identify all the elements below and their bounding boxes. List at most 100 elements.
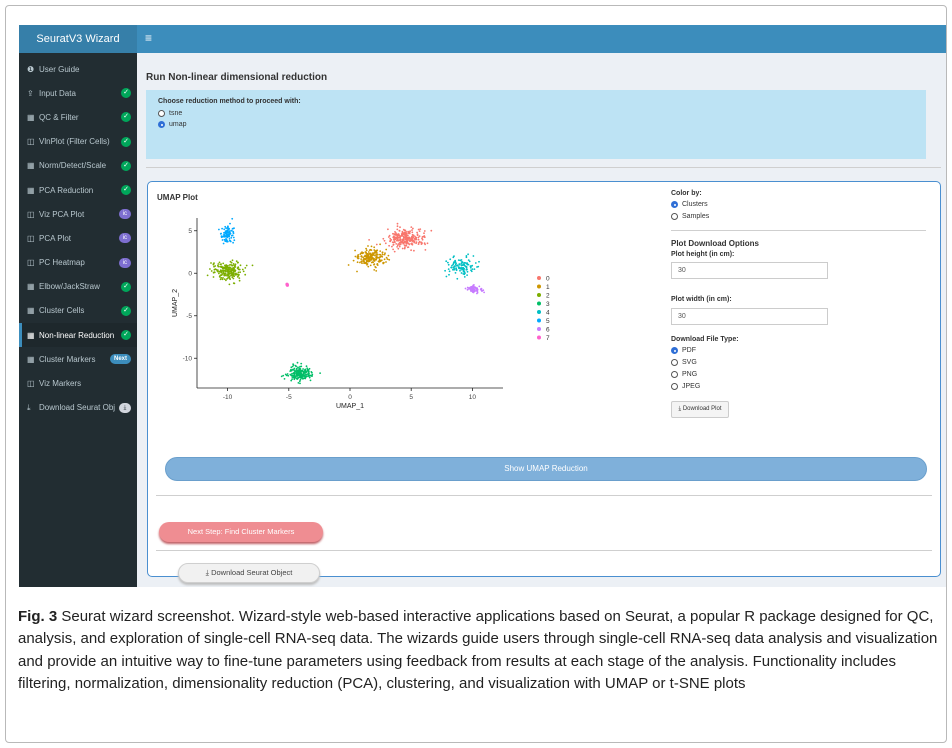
cluster-0-point bbox=[401, 247, 404, 250]
cluster-5-point bbox=[227, 228, 230, 230]
y-axis-label: UMAP_2 bbox=[172, 289, 179, 317]
sidebar-item-elbow-jackstraw[interactable]: ▦ Elbow/JackStraw ✓ bbox=[19, 275, 137, 299]
cluster-5-point bbox=[231, 217, 234, 220]
sidebar-item-label: QC & Filter bbox=[39, 112, 79, 122]
check-icon: ✓ bbox=[121, 184, 131, 195]
cluster-0-point bbox=[405, 244, 407, 247]
color-by-label: Color by: bbox=[671, 190, 702, 197]
legend-label-1: 1 bbox=[546, 284, 550, 291]
cluster-0-point bbox=[426, 242, 429, 245]
cluster-4-point bbox=[461, 268, 463, 271]
cluster-1-point bbox=[372, 253, 375, 256]
cluster-0-point bbox=[411, 239, 413, 242]
radio-samples-indicator[interactable] bbox=[671, 213, 678, 220]
sidebar-item-download-seurat-obj[interactable]: ⤓ Download Seurat Obj ⤓ bbox=[19, 396, 137, 420]
plot-height-input[interactable]: 30 bbox=[671, 262, 828, 279]
cluster-0-point bbox=[396, 246, 398, 248]
panel-divider-1 bbox=[156, 495, 932, 496]
sidebar-item-user-guide[interactable]: ❶ User Guide bbox=[19, 57, 137, 81]
sidebar-item-pca-reduction[interactable]: ▦ PCA Reduction ✓ bbox=[19, 178, 137, 202]
cluster-4-point bbox=[471, 268, 474, 270]
cluster-2-point bbox=[227, 273, 229, 275]
next-step-button[interactable]: Next Step: Find Cluster Markers bbox=[159, 522, 323, 542]
radio-option-svg[interactable]: SVG bbox=[671, 359, 697, 366]
ic-badge: ic bbox=[118, 233, 131, 244]
cluster-0-point bbox=[395, 234, 398, 236]
radio-umap-indicator[interactable] bbox=[158, 121, 165, 128]
cluster-0-point bbox=[394, 231, 396, 233]
cluster-2-point bbox=[222, 277, 224, 279]
cluster-2-point bbox=[225, 279, 227, 282]
sidebar-item-pc-heatmap[interactable]: ◫ PC Heatmap ic bbox=[19, 251, 137, 275]
sidebar-item-non-linear-reduction[interactable]: ▦ Non-linear Reduction ✓ bbox=[19, 323, 137, 348]
radio-pdf-label: PDF bbox=[682, 347, 696, 354]
cluster-1-point bbox=[363, 262, 365, 264]
radio-option-png[interactable]: PNG bbox=[671, 371, 697, 378]
show-umap-button[interactable]: Show UMAP Reduction bbox=[165, 457, 927, 481]
plot-width-input[interactable]: 30 bbox=[671, 308, 828, 325]
hamburger-icon[interactable]: ≡ bbox=[145, 31, 152, 45]
cluster-2-point bbox=[224, 270, 227, 273]
radio-jpeg-indicator[interactable] bbox=[671, 383, 678, 390]
cluster-0-point bbox=[418, 230, 421, 232]
download-plot-button[interactable]: ⤓ Download Plot bbox=[671, 401, 729, 418]
download-icon: ⤓ bbox=[27, 402, 31, 412]
cluster-1-point bbox=[377, 260, 380, 263]
cluster-1-point bbox=[361, 262, 363, 265]
table-icon: ▦ bbox=[27, 161, 35, 171]
cluster-0-point bbox=[399, 238, 401, 241]
radio-clusters-indicator[interactable] bbox=[671, 201, 678, 208]
radio-pdf-indicator[interactable] bbox=[671, 347, 678, 354]
sidebar-item-viz-pca-plot[interactable]: ◫ Viz PCA Plot ic bbox=[19, 202, 137, 226]
radio-tsne-indicator[interactable] bbox=[158, 110, 165, 117]
sidebar-item-viz-markers[interactable]: ◫ Viz Markers bbox=[19, 371, 137, 395]
cluster-5-point bbox=[228, 238, 231, 240]
cluster-1-point bbox=[372, 261, 375, 264]
radio-tsne-label: tsne bbox=[169, 110, 183, 117]
radio-option-tsne[interactable]: tsne bbox=[158, 110, 182, 117]
cluster-0-point bbox=[389, 239, 392, 242]
cluster-1-point bbox=[363, 257, 366, 260]
cluster-2-point bbox=[212, 276, 215, 278]
sidebar-item-qc-filter[interactable]: ▦ QC & Filter ✓ bbox=[19, 105, 137, 129]
cluster-4-point bbox=[473, 268, 476, 270]
cluster-1-point bbox=[373, 269, 376, 271]
sidebar-item-pca-plot[interactable]: ◫ PCA Plot ic bbox=[19, 226, 137, 250]
cluster-2-point bbox=[222, 266, 224, 269]
cluster-1-point bbox=[365, 261, 368, 264]
sidebar-item-norm-detect-scale[interactable]: ▦ Norm/Detect/Scale ✓ bbox=[19, 154, 137, 178]
download-seurat-object-button[interactable]: ⤓ Download Seurat Object bbox=[178, 563, 320, 583]
cluster-1-point bbox=[371, 252, 374, 254]
cluster-4-point bbox=[460, 259, 463, 261]
cluster-1-point bbox=[354, 255, 357, 258]
sidebar-item-cluster-markers[interactable]: ▦ Cluster Markers Next bbox=[19, 347, 137, 371]
cluster-4-point bbox=[453, 255, 455, 257]
x-tick-label: -10 bbox=[223, 394, 233, 401]
radio-option-pdf[interactable]: PDF bbox=[671, 347, 696, 354]
legend-label-6: 6 bbox=[546, 326, 550, 333]
cluster-3-point bbox=[293, 369, 296, 372]
sidebar-item-label: User Guide bbox=[39, 64, 80, 74]
cluster-3-point bbox=[295, 372, 298, 375]
cluster-4-point bbox=[457, 259, 460, 261]
sidebar-item-cluster-cells[interactable]: ▦ Cluster Cells ✓ bbox=[19, 299, 137, 323]
radio-option-jpeg[interactable]: JPEG bbox=[671, 383, 700, 390]
cluster-3-point bbox=[304, 370, 307, 372]
cluster-0-point bbox=[404, 232, 407, 235]
cluster-4-point bbox=[474, 262, 477, 264]
radio-svg-indicator[interactable] bbox=[671, 359, 678, 366]
radio-png-indicator[interactable] bbox=[671, 371, 678, 378]
cluster-2-point bbox=[235, 260, 238, 263]
cluster-0-point bbox=[397, 243, 400, 245]
cluster-5-point bbox=[224, 230, 227, 232]
radio-option-clusters[interactable]: Clusters bbox=[671, 201, 708, 208]
cluster-1-point bbox=[347, 264, 350, 266]
cluster-5-point bbox=[230, 234, 233, 237]
cluster-6-point bbox=[476, 288, 479, 290]
sidebar-item-vlnplot-filter-cells[interactable]: ◫ VlnPlot (Filter Cells) ✓ bbox=[19, 130, 137, 154]
cluster-0-point bbox=[395, 237, 398, 240]
radio-option-umap[interactable]: umap bbox=[158, 121, 187, 128]
radio-option-samples[interactable]: Samples bbox=[671, 213, 709, 220]
cluster-2-point bbox=[232, 277, 235, 280]
sidebar-item-input-data[interactable]: ⇪ Input Data ✓ bbox=[19, 81, 137, 105]
